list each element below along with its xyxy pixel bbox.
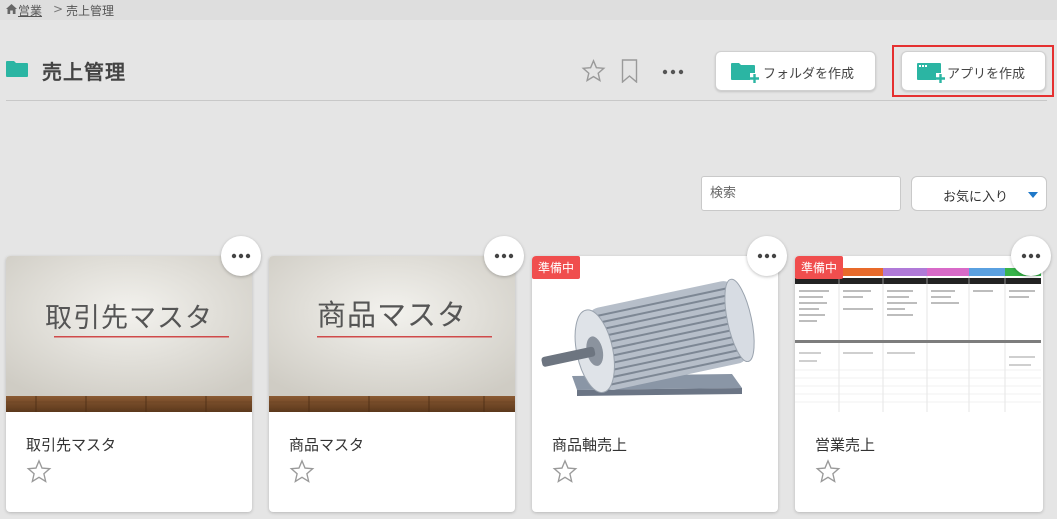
- status-badge: 準備中: [795, 256, 844, 279]
- thumbnail-title: 取引先マスタ: [45, 303, 213, 334]
- header-divider: [6, 100, 1047, 101]
- more-options-icon[interactable]: [660, 62, 686, 82]
- sort-select[interactable]: お気に入り: [911, 176, 1047, 211]
- star-outline-icon[interactable]: [26, 459, 52, 484]
- breadcrumb-link-home[interactable]: 営業: [18, 2, 42, 19]
- caret-down-icon: [1028, 192, 1038, 198]
- app-thumbnail: 商品マスタ: [269, 256, 515, 412]
- breadcrumb: 営業 > 売上管理: [0, 0, 1057, 20]
- folder-add-icon: [731, 63, 759, 84]
- app-thumbnail: 準備中: [532, 256, 778, 412]
- status-badge: 準備中: [532, 256, 581, 279]
- breadcrumb-separator: >: [53, 2, 64, 16]
- create-app-button[interactable]: アプリを作成: [901, 51, 1046, 91]
- folder-icon: [6, 61, 28, 77]
- star-outline-icon[interactable]: [815, 459, 841, 484]
- star-outline-icon[interactable]: [552, 459, 578, 484]
- app-card-name: 営業売上: [815, 436, 876, 454]
- card-more-button[interactable]: [484, 236, 524, 276]
- app-card[interactable]: 準備中 営業売上: [795, 256, 1043, 512]
- app-thumbnail: 準備中: [795, 256, 1041, 412]
- page-title: 売上管理: [42, 60, 126, 84]
- create-folder-label: フォルダを作成: [763, 67, 855, 82]
- more-options-icon: [494, 253, 514, 259]
- search-input[interactable]: [701, 176, 901, 211]
- bookmark-icon[interactable]: [621, 59, 638, 83]
- card-more-button[interactable]: [221, 236, 261, 276]
- app-card-name: 商品マスタ: [289, 436, 365, 454]
- more-options-icon: [1021, 253, 1041, 259]
- app-thumbnail: 取引先マスタ: [6, 256, 252, 412]
- motor-illustration: [532, 256, 778, 412]
- sort-select-value: お気に入り: [943, 190, 1009, 205]
- more-options-icon: [757, 253, 777, 259]
- home-icon[interactable]: [6, 4, 17, 14]
- star-outline-icon[interactable]: [581, 59, 606, 83]
- create-folder-button[interactable]: フォルダを作成: [715, 51, 876, 91]
- app-card[interactable]: 商品マスタ 商品マスタ: [269, 256, 515, 512]
- card-more-button[interactable]: [1011, 236, 1051, 276]
- more-options-icon: [231, 253, 251, 259]
- breadcrumb-current: 売上管理: [66, 4, 115, 18]
- app-card-name: 取引先マスタ: [26, 436, 117, 454]
- app-add-icon: [917, 63, 945, 84]
- spreadsheet-preview: [795, 256, 1041, 412]
- card-more-button[interactable]: [747, 236, 787, 276]
- app-card-name: 商品軸売上: [552, 436, 628, 454]
- app-card[interactable]: 取引先マスタ 取引先マスタ: [6, 256, 252, 512]
- star-outline-icon[interactable]: [289, 459, 315, 484]
- app-card[interactable]: 準備中 商品軸売上: [532, 256, 778, 512]
- thumbnail-title: 商品マスタ: [316, 298, 467, 332]
- create-app-label: アプリを作成: [947, 67, 1026, 82]
